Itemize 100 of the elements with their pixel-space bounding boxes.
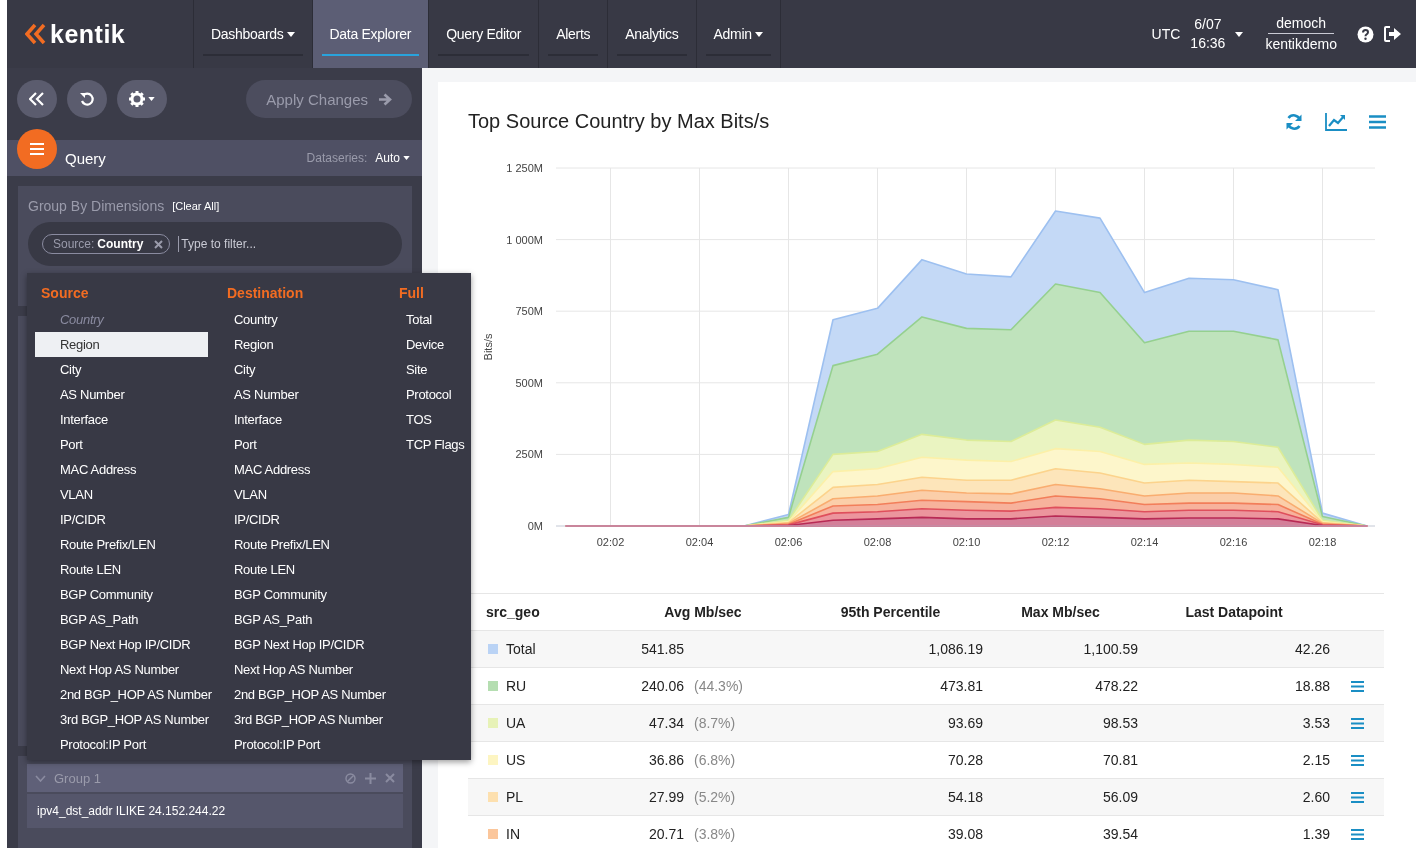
percentile-cell-text: 1,086.19 bbox=[927, 641, 983, 657]
last-datapoint-cell-text: 2.15 bbox=[1301, 752, 1330, 768]
y-axis-tick-label: 250M bbox=[515, 448, 543, 461]
max-cell-text: 98.53 bbox=[1101, 715, 1138, 731]
menu-item[interactable]: 3rd BGP_HOP AS Number bbox=[221, 707, 393, 732]
menu-icon[interactable] bbox=[1350, 680, 1364, 692]
close-icon[interactable] bbox=[154, 239, 164, 249]
collapse-button[interactable] bbox=[17, 80, 57, 118]
menu-item[interactable]: Region bbox=[221, 332, 393, 357]
menu-item[interactable]: TCP Flags bbox=[393, 432, 471, 457]
menu-item[interactable]: BGP AS_Path bbox=[221, 607, 393, 632]
column-header[interactable]: Avg Mb/sec bbox=[608, 604, 798, 620]
menu-item[interactable]: MAC Address bbox=[221, 457, 393, 482]
plus-icon[interactable] bbox=[365, 772, 376, 784]
country-cell: PL bbox=[506, 789, 524, 805]
max-cell-text: 56.09 bbox=[1101, 789, 1138, 805]
menu-item[interactable]: VLAN bbox=[221, 482, 393, 507]
menu-item[interactable]: Route Prefix/LEN bbox=[221, 532, 393, 557]
chart-title: Top Source Country by Max Bits/s bbox=[468, 110, 770, 133]
menu-item[interactable]: Next Hop AS Number bbox=[35, 657, 221, 682]
menu-item[interactable]: BGP AS_Path bbox=[35, 607, 221, 632]
menu-item[interactable]: IP/CIDR bbox=[35, 507, 221, 532]
y-axis-tick-label: 1 250M bbox=[506, 162, 543, 174]
chevron-icon[interactable] bbox=[35, 774, 46, 782]
nav-tab[interactable]: Query Editor bbox=[438, 12, 530, 56]
logout-icon[interactable] bbox=[1384, 26, 1402, 42]
menu-item[interactable]: Route LEN bbox=[35, 557, 221, 582]
menu-item[interactable]: Site bbox=[393, 357, 471, 382]
menu-item[interactable]: Device bbox=[393, 332, 471, 357]
menu-item[interactable]: TOS bbox=[393, 407, 471, 432]
group-by-title: Group By Dimensions bbox=[28, 198, 165, 214]
close-icon[interactable] bbox=[385, 773, 395, 783]
time-text[interactable]: 16:36 bbox=[1190, 34, 1226, 53]
menu-item[interactable]: Route Prefix/LEN bbox=[35, 532, 221, 557]
nav-tab[interactable]: Analytics bbox=[617, 12, 687, 56]
menu-item[interactable]: 3rd BGP_HOP AS Number bbox=[35, 707, 221, 732]
avg-cell-text: 240.06 bbox=[640, 678, 684, 694]
menu-item[interactable]: 2nd BGP_HOP AS Number bbox=[221, 682, 393, 707]
menu-item[interactable]: IP/CIDR bbox=[221, 507, 393, 532]
menu-item[interactable]: Interface bbox=[221, 407, 393, 432]
column-header[interactable]: src_geo bbox=[468, 604, 608, 620]
share-percent: (3.8%) bbox=[694, 826, 736, 842]
menu-item[interactable]: Country bbox=[221, 307, 393, 332]
organization-name[interactable]: kentikdemo bbox=[1265, 34, 1337, 54]
query-menu-button[interactable] bbox=[17, 129, 57, 169]
menu-item[interactable]: Protocol:IP Port bbox=[221, 732, 393, 757]
menu-item[interactable]: BGP Next Hop IP/CIDR bbox=[221, 632, 393, 657]
clear-all-link[interactable]: [Clear All] bbox=[172, 200, 220, 212]
menu-item[interactable]: Total bbox=[393, 307, 471, 332]
menu-item[interactable]: 2nd BGP_HOP AS Number bbox=[35, 682, 221, 707]
date-text[interactable]: 6/07 bbox=[1194, 15, 1222, 34]
caret-icon[interactable] bbox=[1235, 31, 1244, 37]
menu-icon[interactable] bbox=[1369, 114, 1386, 129]
filter-row[interactable]: ipv4_dst_addr ILIKE 24.152.244.22 bbox=[27, 794, 403, 828]
last-datapoint-cell-text: 3.53 bbox=[1301, 715, 1330, 731]
country-cell: IN bbox=[506, 826, 520, 842]
logo-wordmark[interactable]: kentik bbox=[50, 19, 126, 49]
menu-item[interactable]: Interface bbox=[35, 407, 221, 432]
dataseries-dropdown[interactable]: Auto bbox=[375, 151, 410, 165]
percentile-cell-text: 39.08 bbox=[946, 826, 983, 842]
menu-item[interactable]: AS Number bbox=[221, 382, 393, 407]
dimension-filter-field[interactable]: Source: Country Type to filter... bbox=[28, 222, 402, 266]
menu-item[interactable]: City bbox=[35, 357, 221, 382]
menu-item[interactable]: MAC Address bbox=[35, 457, 221, 482]
menu-item[interactable]: Protocol:IP Port bbox=[35, 732, 221, 757]
menu-icon[interactable] bbox=[1350, 717, 1364, 729]
color-swatch bbox=[488, 681, 498, 691]
menu-item[interactable]: Port bbox=[221, 432, 393, 457]
color-swatch bbox=[488, 718, 498, 728]
menu-item[interactable]: Next Hop AS Number bbox=[221, 657, 393, 682]
nav-tab[interactable]: Alerts bbox=[548, 12, 599, 56]
column-header[interactable]: Max Mb/sec bbox=[983, 604, 1138, 620]
avg-cell-text: 47.34 bbox=[647, 715, 684, 731]
menu-item[interactable]: VLAN bbox=[35, 482, 221, 507]
user-name[interactable]: democh bbox=[1268, 14, 1335, 34]
filter-text: ipv4_dst_addr ILIKE 24.152.244.22 bbox=[37, 804, 226, 818]
y-axis-title: Bits/s bbox=[482, 333, 494, 361]
nav-tab[interactable]: Admin bbox=[705, 12, 771, 56]
nav-tab[interactable]: Dashboards bbox=[203, 12, 303, 56]
settings-button[interactable] bbox=[117, 80, 167, 118]
line-chart-icon[interactable] bbox=[1325, 112, 1347, 131]
disable-icon[interactable] bbox=[345, 772, 356, 784]
menu-item[interactable]: Region bbox=[35, 332, 208, 357]
refresh-icon[interactable] bbox=[1285, 112, 1303, 131]
column-header[interactable]: Last Datapoint bbox=[1138, 604, 1330, 620]
last-datapoint-cell-text: 1.39 bbox=[1301, 826, 1330, 842]
menu-item[interactable]: Protocol bbox=[393, 382, 471, 407]
menu-item[interactable]: Port bbox=[35, 432, 221, 457]
menu-icon[interactable] bbox=[1350, 828, 1364, 840]
menu-item[interactable]: BGP Community bbox=[221, 582, 393, 607]
menu-item[interactable]: BGP Community bbox=[35, 582, 221, 607]
column-header[interactable]: 95th Percentile bbox=[798, 604, 983, 620]
menu-item[interactable]: AS Number bbox=[35, 382, 221, 407]
menu-icon[interactable] bbox=[1350, 791, 1364, 803]
menu-item[interactable]: Route LEN bbox=[221, 557, 393, 582]
help-icon[interactable] bbox=[1357, 25, 1374, 43]
undo-button[interactable] bbox=[67, 80, 107, 118]
menu-item[interactable]: City bbox=[221, 357, 393, 382]
menu-icon[interactable] bbox=[1350, 754, 1364, 766]
menu-item[interactable]: BGP Next Hop IP/CIDR bbox=[35, 632, 221, 657]
